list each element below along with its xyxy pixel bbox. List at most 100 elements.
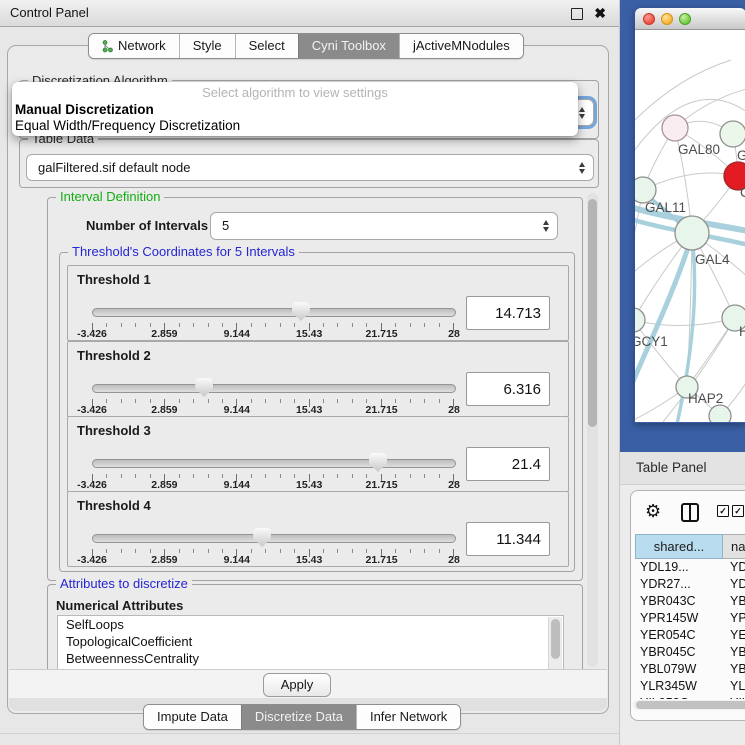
tick-mark bbox=[150, 474, 151, 478]
close-icon[interactable]: ✖ bbox=[594, 4, 606, 22]
checkbox-icon[interactable]: ✓ bbox=[717, 505, 729, 517]
threshold-3-slider[interactable] bbox=[92, 453, 454, 473]
tick-mark bbox=[251, 474, 252, 478]
cell-name[interactable]: YDL1 bbox=[723, 559, 745, 576]
slider-track[interactable] bbox=[92, 308, 456, 317]
tab-infer-network[interactable]: Infer Network bbox=[356, 705, 460, 729]
tick-label: 21.715 bbox=[366, 555, 398, 566]
tab-cyni-toolbox[interactable]: Cyni Toolbox bbox=[298, 34, 399, 58]
cell-shared-name[interactable]: YER054C bbox=[635, 627, 723, 644]
tab-impute-data[interactable]: Impute Data bbox=[144, 705, 241, 729]
cell-name[interactable]: YDR2 bbox=[723, 576, 745, 593]
table-row[interactable]: YBL079WYBL0 bbox=[635, 661, 745, 678]
top-tab-bar: NetworkStyleSelectCyni ToolboxjActiveMNo… bbox=[88, 33, 524, 59]
tick-mark bbox=[208, 399, 209, 403]
checkbox-icon[interactable]: ✓ bbox=[732, 505, 744, 517]
threshold-4-value-field[interactable]: 11.344 bbox=[466, 522, 550, 556]
table-row[interactable]: YPR145WYPR1 bbox=[635, 610, 745, 627]
popup-item-manual-discretization[interactable]: Manual Discretization bbox=[15, 102, 154, 117]
cell-name[interactable]: YPR1 bbox=[723, 610, 745, 627]
tick-mark bbox=[337, 474, 338, 478]
network-node[interactable] bbox=[675, 216, 709, 250]
tab-label: Discretize Data bbox=[255, 705, 343, 729]
cell-shared-name[interactable]: YDR27... bbox=[635, 576, 723, 593]
tick-mark bbox=[121, 399, 122, 403]
slider-track[interactable] bbox=[92, 384, 456, 393]
cell-name[interactable]: YBR0 bbox=[723, 644, 745, 661]
combo-stepper-icon bbox=[579, 162, 585, 174]
table-horizontal-scrollbar[interactable] bbox=[633, 700, 745, 710]
gear-icon[interactable]: ⚙ bbox=[645, 501, 661, 521]
tab-network[interactable]: Network bbox=[89, 34, 179, 58]
numerical-attributes-list[interactable]: SelfLoopsTopologicalCoefficientBetweenne… bbox=[57, 615, 564, 669]
tick-label: 28 bbox=[448, 555, 460, 566]
settings-scrollbar[interactable] bbox=[587, 193, 598, 667]
network-node[interactable] bbox=[709, 405, 731, 422]
cell-shared-name[interactable]: YLR345W bbox=[635, 678, 723, 695]
threshold-2-slider[interactable] bbox=[92, 378, 454, 398]
table-row[interactable]: YDR27...YDR2 bbox=[635, 576, 745, 593]
cell-name[interactable]: YLR3 bbox=[723, 678, 745, 695]
threshold-4-slider[interactable] bbox=[92, 528, 454, 548]
network-node[interactable] bbox=[720, 121, 745, 147]
network-node[interactable] bbox=[662, 115, 688, 141]
tick-mark bbox=[135, 399, 136, 403]
cell-shared-name[interactable]: YDL19... bbox=[635, 559, 723, 576]
tick-mark bbox=[395, 399, 396, 403]
cell-name[interactable]: YBL0 bbox=[723, 661, 745, 678]
tab-select[interactable]: Select bbox=[235, 34, 298, 58]
list-scrollbar[interactable] bbox=[548, 617, 562, 669]
slider-thumb[interactable] bbox=[369, 453, 387, 472]
table-row[interactable]: YBR043CYBR0 bbox=[635, 593, 745, 610]
cell-name[interactable]: YER0 bbox=[723, 627, 745, 644]
cell-name[interactable]: YIL0 bbox=[723, 695, 745, 699]
attribute-list-item[interactable]: SelfLoops bbox=[58, 616, 563, 633]
threshold-1-value-field[interactable]: 14.713 bbox=[466, 296, 550, 330]
network-canvas[interactable]: GAL80GAGAL11CGAL4GCY1HHAP2 bbox=[635, 30, 745, 422]
slider-thumb[interactable] bbox=[253, 528, 271, 547]
tick-mark bbox=[410, 399, 411, 403]
column-header-shared-name[interactable]: shared... bbox=[635, 534, 723, 559]
apply-button[interactable]: Apply bbox=[263, 673, 331, 697]
popup-item-equal-width-frequency[interactable]: Equal Width/Frequency Discretization bbox=[15, 118, 240, 133]
close-traffic-light-icon[interactable] bbox=[643, 13, 655, 25]
tab-discretize-data[interactable]: Discretize Data bbox=[241, 705, 356, 729]
apply-strip: Apply bbox=[9, 669, 607, 698]
slider-track[interactable] bbox=[92, 459, 456, 468]
tick-mark bbox=[193, 474, 194, 478]
scrollbar-thumb[interactable] bbox=[588, 199, 597, 427]
slider-track[interactable] bbox=[92, 534, 456, 543]
number-of-intervals-label: Number of Intervals bbox=[86, 218, 208, 233]
slider-thumb[interactable] bbox=[292, 302, 310, 321]
cell-shared-name[interactable]: YPR145W bbox=[635, 610, 723, 627]
table-data-combobox[interactable]: galFiltered.sif default node bbox=[26, 154, 594, 181]
tab-style[interactable]: Style bbox=[179, 34, 235, 58]
columns-icon[interactable] bbox=[681, 503, 699, 522]
table-row[interactable]: YER054CYER0 bbox=[635, 627, 745, 644]
network-node[interactable] bbox=[635, 308, 645, 332]
column-header-name[interactable]: na bbox=[723, 534, 745, 559]
table-row[interactable]: YBR045CYBR0 bbox=[635, 644, 745, 661]
slider-thumb[interactable] bbox=[195, 378, 213, 397]
threshold-1-slider[interactable] bbox=[92, 302, 454, 322]
table-row[interactable]: YDL19...YDL1 bbox=[635, 559, 745, 576]
attribute-list-item[interactable]: BetweennessCentrality bbox=[58, 650, 563, 667]
scrollbar-thumb[interactable] bbox=[636, 701, 745, 709]
cell-shared-name[interactable]: YBR045C bbox=[635, 644, 723, 661]
cell-name[interactable]: YBR0 bbox=[723, 593, 745, 610]
threshold-2-value-field[interactable]: 6.316 bbox=[466, 372, 550, 406]
cell-shared-name[interactable]: YBR043C bbox=[635, 593, 723, 610]
float-window-icon[interactable] bbox=[571, 8, 583, 20]
number-of-intervals-value: 5 bbox=[222, 213, 229, 238]
number-of-intervals-combobox[interactable]: 5 bbox=[210, 212, 558, 240]
minimize-traffic-light-icon[interactable] bbox=[661, 13, 673, 25]
table-row[interactable]: YLR345WYLR3 bbox=[635, 678, 745, 695]
cell-shared-name[interactable]: YIL052C bbox=[635, 695, 723, 699]
tick-mark bbox=[121, 323, 122, 327]
attribute-list-item[interactable]: TopologicalCoefficient bbox=[58, 633, 563, 650]
tab-jactivemnodules[interactable]: jActiveMNodules bbox=[399, 34, 523, 58]
cell-shared-name[interactable]: YBL079W bbox=[635, 661, 723, 678]
threshold-3-value-field[interactable]: 21.4 bbox=[466, 447, 550, 481]
zoom-traffic-light-icon[interactable] bbox=[679, 13, 691, 25]
table-row[interactable]: YIL052CYIL0 bbox=[635, 695, 745, 699]
